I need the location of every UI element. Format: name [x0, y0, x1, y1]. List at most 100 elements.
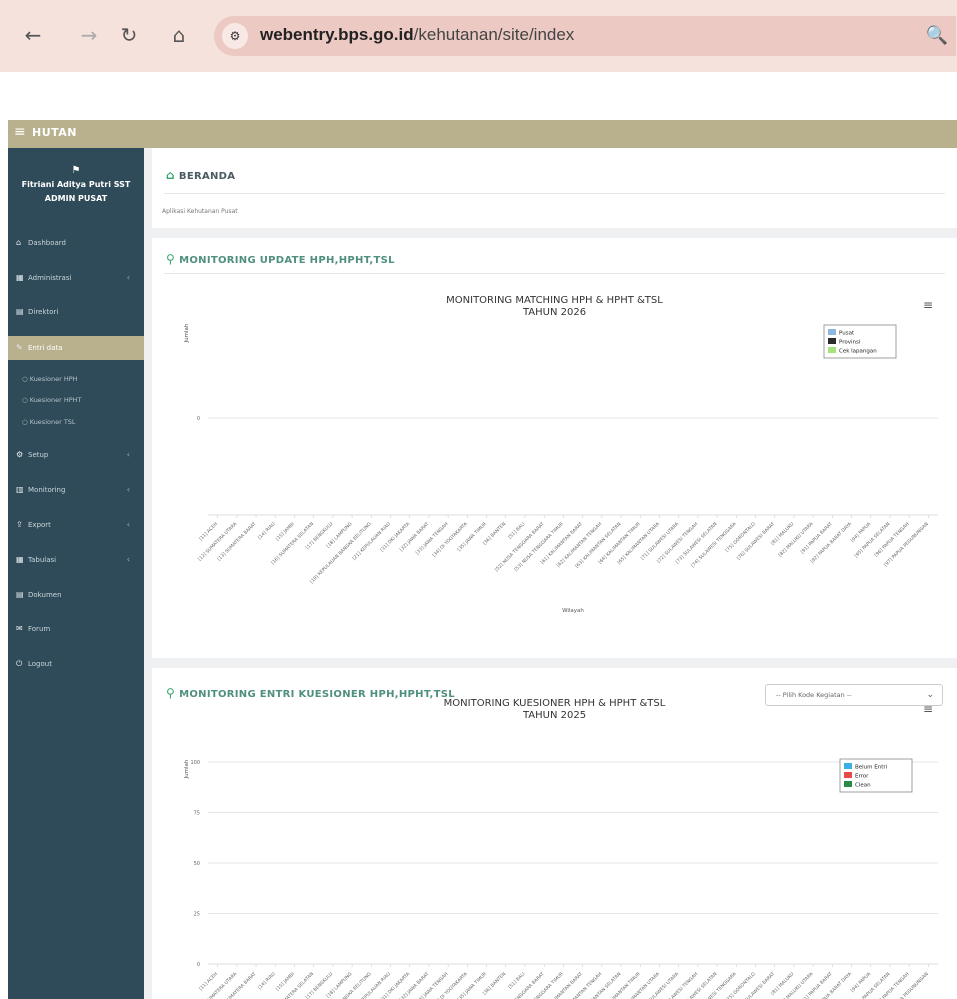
app-title[interactable]: HUTAN: [32, 126, 77, 139]
panel-title-text: MONITORING UPDATE HPH,HPHT,TSL: [179, 255, 395, 266]
sidebar: ⚑ Fitriani Aditya Putri SST ADMIN PUSAT …: [8, 148, 144, 999]
y-axis-label: Jumlah: [184, 323, 190, 343]
legend-label: Clean: [855, 783, 871, 789]
sidebar-item-dashboard[interactable]: ⌂ Dashboard: [8, 232, 144, 254]
chevron-left-icon: ‹: [126, 450, 130, 459]
legend-label: Cek lapangan: [839, 349, 877, 355]
home-icon[interactable]: ⌂: [166, 22, 192, 48]
forum-icon: ✉: [16, 624, 23, 633]
chart-legend: Pusat Provinsi Cek lapangan: [823, 324, 897, 359]
home-icon: ⌂: [166, 168, 175, 182]
y-tick-label: 0: [197, 416, 200, 422]
chevron-left-icon: ‹: [126, 485, 130, 494]
sidebar-item-monitoring[interactable]: ▥ Monitoring ‹: [8, 479, 144, 501]
beranda-panel: ⌂ BERANDA Aplikasi Kehutanan Pusat: [152, 148, 957, 228]
sidebar-subitem-kuesioner-hpht[interactable]: ○ Kuesioner HPHT: [8, 391, 144, 409]
sidebar-subitem-label: Kuesioner HPH: [29, 375, 78, 383]
sidebar-item-export[interactable]: ⇪ Export ‹: [8, 514, 144, 536]
x-tick-label: [33] JAWA TENGAH: [415, 521, 450, 556]
x-tick-label: [96] PAPUA TENGAH: [873, 521, 910, 558]
user-panel: ⚑ Fitriani Aditya Putri SST ADMIN PUSAT: [8, 164, 144, 206]
sidebar-item-forum[interactable]: ✉ Forum: [8, 618, 144, 640]
x-tick-label: [76] SULAWESI BARAT: [736, 521, 776, 561]
x-tick-label: [11] ACEH: [198, 971, 219, 992]
monitoring-icon: ▥: [16, 485, 24, 494]
dashboard-icon: ⌂: [16, 238, 22, 247]
x-tick-label: [95] PAPUA SELATAN: [854, 521, 892, 559]
sidebar-item-setup[interactable]: ⚙ Setup ‹: [8, 444, 144, 466]
sidebar-subitem-label: Kuesioner HPHT: [29, 396, 82, 404]
address-bar[interactable]: ⚙ webentry.bps.go.id/kehutanan/site/inde…: [214, 16, 956, 56]
x-tick-label: [12] SUMATERA UTARA: [197, 521, 239, 563]
legend-swatch: [828, 347, 836, 353]
y-tick-label: 75: [194, 811, 200, 817]
sidebar-item-administrasi[interactable]: ▦ Administrasi ‹: [8, 267, 144, 289]
y-tick-label: 25: [194, 912, 200, 918]
menu-toggle-icon[interactable]: ≡: [14, 124, 26, 140]
back-icon[interactable]: ←: [20, 22, 46, 48]
x-tick-label: [34] DI YOGYAKARTA: [431, 521, 469, 559]
url-text[interactable]: webentry.bps.go.id/kehutanan/site/index: [260, 25, 574, 45]
x-tick-label: [14] RIAU: [257, 521, 277, 541]
map-pin-icon: ⚲: [166, 252, 176, 266]
panel-title: ⚲ MONITORING UPDATE HPH,HPHT,TSL: [166, 252, 395, 266]
x-tick-label: [51] BALI: [507, 521, 526, 540]
sidebar-item-label: Administrasi: [28, 274, 72, 282]
sidebar-item-label: Monitoring: [28, 486, 66, 494]
user-role: ADMIN PUSAT: [44, 194, 108, 203]
site-settings-icon[interactable]: ⚙: [222, 23, 248, 49]
sidebar-subitem-kuesioner-tsl[interactable]: ○ Kuesioner TSL: [8, 413, 144, 431]
export-icon: ⇪: [16, 520, 23, 529]
x-tick-label: [82] MALUKU UTARA: [777, 521, 815, 559]
chart1-svg: Jumlah 0 [11] ACEH[12] SUMATERA UTARA[13] …: [184, 323, 938, 614]
sidebar-subitem-kuesioner-hph[interactable]: ○ Kuesioner HPH: [8, 370, 144, 388]
sidebar-item-label: Dashboard: [28, 239, 66, 247]
legend-label: Pusat: [839, 331, 855, 337]
main-content: ⌂ BERANDA Aplikasi Kehutanan Pusat ⚲ MONIT…: [144, 148, 957, 999]
sidebar-item-label: Dokumen: [28, 591, 62, 599]
reload-icon[interactable]: ↻: [116, 22, 142, 48]
url-path: /kehutanan/site/index: [413, 25, 575, 44]
app-header: ≡ HUTAN: [8, 120, 957, 148]
sidebar-item-tabulasi[interactable]: ▦ Tabulasi ‹: [8, 549, 144, 571]
x-tick-label: [51] BALI: [507, 971, 526, 990]
tabulasi-icon: ▦: [16, 555, 24, 564]
sidebar-item-logout[interactable]: ⏻ Logout: [8, 653, 144, 675]
edit-icon: ✎: [16, 343, 23, 352]
sidebar-item-label: Direktori: [28, 308, 59, 316]
legend-label: Belum Entri: [855, 765, 888, 771]
setup-icon: ⚙: [16, 450, 24, 459]
page-title: ⌂ BERANDA: [166, 168, 235, 182]
page-title-text: BERANDA: [178, 171, 236, 182]
x-axis-label: Wilayah: [562, 608, 584, 614]
user-icon: ⚑: [71, 165, 81, 176]
sidebar-item-label: Forum: [28, 625, 51, 633]
url-host: webentry.bps.go.id: [260, 25, 414, 44]
dokumen-icon: ▤: [16, 590, 24, 599]
zoom-icon[interactable]: 🔍: [926, 25, 948, 46]
legend-label: Error: [855, 774, 869, 780]
x-tick-label: [13] SUMATERA BARAT: [216, 521, 257, 562]
monitoring-entri-panel: ⚲ MONITORING ENTRI KUESIONER HPH,HPHT,TSL…: [152, 668, 957, 999]
sidebar-item-direktori[interactable]: ▤ Direktori: [8, 301, 144, 323]
x-tick-label: [15] JAMBI: [275, 521, 296, 542]
legend-swatch: [844, 781, 852, 787]
legend-swatch: [828, 329, 836, 335]
x-tick-label: [11] ACEH: [198, 521, 219, 542]
sidebar-item-dokumen[interactable]: ▤ Dokumen: [8, 584, 144, 606]
sidebar-item-entri-data[interactable]: ✎ Entri data: [8, 336, 144, 360]
logout-icon: ⏻: [16, 659, 23, 668]
chart2-svg: Jumlah0255075100[11] ACEH[12] SUMATERA U…: [184, 758, 938, 999]
sidebar-item-label: Export: [28, 521, 51, 529]
forward-icon[interactable]: →: [76, 22, 102, 48]
browser-toolbar: ← → ↻ ⌂ ⚙ webentry.bps.go.id/kehutanan/s…: [0, 0, 957, 72]
sidebar-subitem-label: Kuesioner TSL: [29, 418, 76, 426]
sidebar-item-label: Entri data: [28, 344, 63, 352]
administrasi-icon: ▦: [16, 273, 24, 282]
x-tick-label: [21] KEPULAUAN RIAU: [351, 521, 391, 561]
y-axis-label: Jumlah: [184, 759, 190, 779]
legend-swatch: [828, 338, 836, 344]
y-tick-label: 0: [197, 962, 200, 968]
legend-swatch: [844, 763, 852, 769]
chevron-left-icon: ‹: [126, 520, 130, 529]
